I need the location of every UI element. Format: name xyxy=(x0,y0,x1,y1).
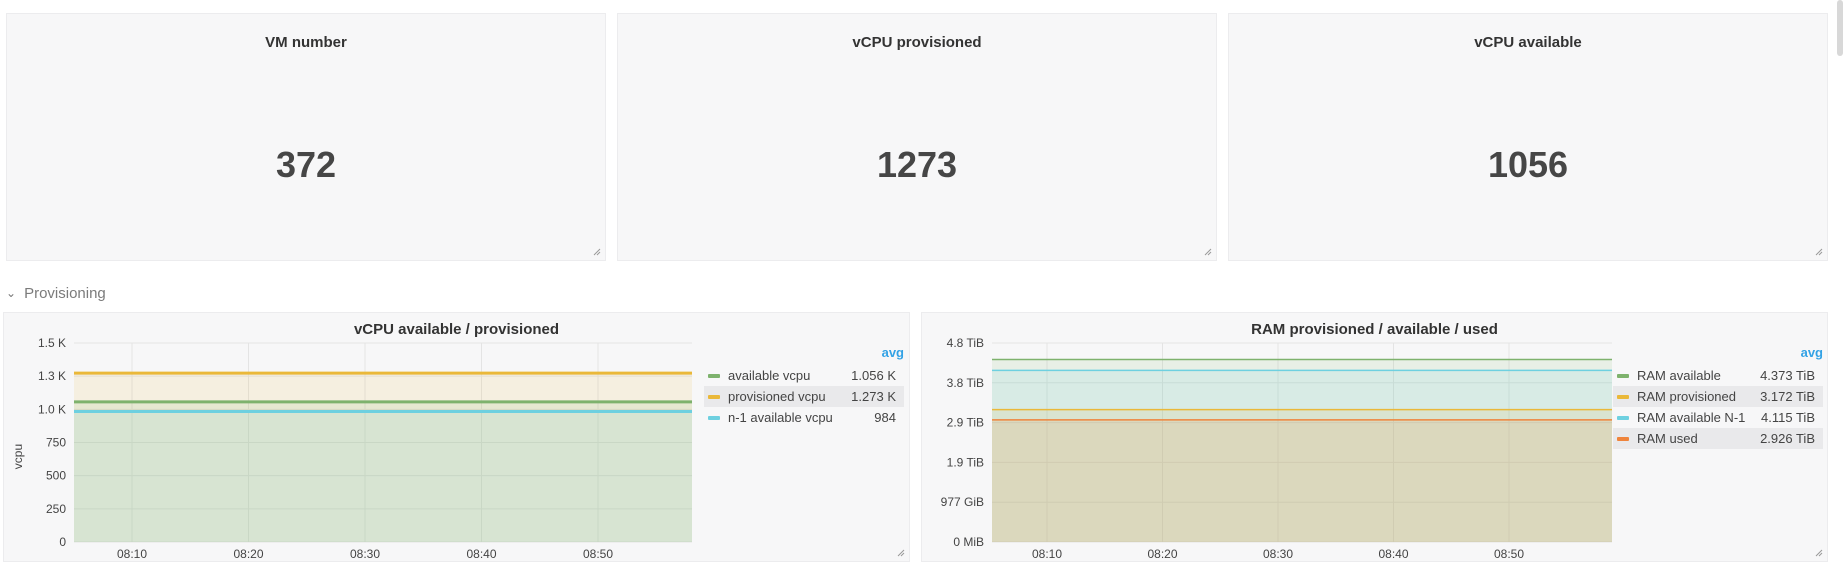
legend-swatch xyxy=(1617,436,1629,441)
x-tick-label: 08:40 xyxy=(1378,547,1408,561)
legend-name: RAM available N-1 xyxy=(1637,410,1746,425)
y-tick-label: 750 xyxy=(46,436,66,450)
legend-header-avg[interactable]: avg xyxy=(1613,345,1823,365)
y-tick-label: 3.8 TiB xyxy=(947,376,984,390)
y-tick-label: 1.0 K xyxy=(38,402,66,416)
ram-chart[interactable]: 0 MiB 977 GiB 1.9 TiB 2.9 TiB 3.8 TiB 4.8 TiB… xyxy=(922,313,1617,563)
stat-value: 1056 xyxy=(1487,144,1569,185)
y-tick-label: 977 GiB xyxy=(941,495,984,509)
legend-name: available vcpu xyxy=(728,368,811,383)
y-tick-label: 2.9 TiB xyxy=(947,416,984,430)
legend-value: 4.373 TiB xyxy=(1760,368,1815,383)
x-tick-label: 08:10 xyxy=(1032,547,1062,561)
legend-swatch xyxy=(708,373,720,378)
legend-value: 3.172 TiB xyxy=(1760,389,1815,404)
page-scrollbar[interactable] xyxy=(1837,0,1843,56)
stat-value: 372 xyxy=(275,144,337,185)
legend-swatch xyxy=(1617,394,1629,399)
legend-swatch xyxy=(1617,415,1629,420)
legend-name: RAM provisioned xyxy=(1637,389,1736,404)
vcpu-chart[interactable]: 0 250 500 750 1.0 K 1.3 K 1.5 K 08:10 08:20 08:30… xyxy=(4,313,704,563)
x-tick-label: 08:20 xyxy=(233,547,263,561)
chevron-down-icon[interactable]: ⌄ xyxy=(6,286,16,300)
legend-value: 1.273 K xyxy=(851,389,896,404)
legend-item[interactable]: RAM provisioned 3.172 TiB xyxy=(1613,386,1823,407)
legend-swatch xyxy=(1617,373,1629,378)
legend-value: 4.115 TiB xyxy=(1761,410,1815,425)
stat-panel-vcpu-provisioned[interactable]: vCPU provisioned 1273 xyxy=(617,13,1217,261)
x-tick-label: 08:50 xyxy=(583,547,613,561)
y-tick-label: 1.5 K xyxy=(38,336,66,350)
legend-name: n-1 available vcpu xyxy=(728,410,833,425)
legend-item[interactable]: RAM available N-1 4.115 TiB xyxy=(1613,407,1823,428)
resize-handle-icon[interactable] xyxy=(895,547,905,557)
panel-title[interactable]: vCPU provisioned xyxy=(618,34,1216,51)
stat-panel-vcpu-available[interactable]: vCPU available 1056 xyxy=(1228,13,1828,261)
legend-value: 2.926 TiB xyxy=(1760,431,1815,446)
panel-title[interactable]: vCPU available xyxy=(1229,34,1827,51)
legend-item[interactable]: available vcpu 1.056 K xyxy=(704,365,904,386)
legend-item[interactable]: RAM available 4.373 TiB xyxy=(1613,365,1823,386)
y-tick-label: 4.8 TiB xyxy=(947,336,984,350)
graph-panel-vcpu[interactable]: vCPU available / provisioned 0 250 500 750 1… xyxy=(3,312,910,562)
panel-title[interactable]: VM number xyxy=(7,34,605,51)
legend-item[interactable]: n-1 available vcpu 984 xyxy=(704,407,904,428)
y-tick-label: 1.9 TiB xyxy=(947,455,984,469)
resize-handle-icon[interactable] xyxy=(1813,547,1823,557)
x-tick-label: 08:40 xyxy=(466,547,496,561)
y-tick-label: 500 xyxy=(46,469,66,483)
graph-panel-ram[interactable]: RAM provisioned / available / used 0 MiB… xyxy=(921,312,1828,562)
legend-item[interactable]: provisioned vcpu 1.273 K xyxy=(704,386,904,407)
x-tick-label: 08:50 xyxy=(1494,547,1524,561)
row-title: Provisioning xyxy=(24,284,106,302)
resize-handle-icon[interactable] xyxy=(1813,246,1823,256)
legend-name: RAM available xyxy=(1637,368,1721,383)
legend-name: provisioned vcpu xyxy=(728,389,826,404)
legend-swatch xyxy=(708,415,720,420)
legend-item[interactable]: RAM used 2.926 TiB xyxy=(1613,428,1823,449)
series-area xyxy=(74,411,692,542)
legend-header-avg[interactable]: avg xyxy=(704,345,904,365)
y-tick-label: 1.3 K xyxy=(38,369,66,383)
y-tick-label: 0 MiB xyxy=(953,535,984,549)
x-tick-label: 08:30 xyxy=(1263,547,1293,561)
legend-value: 1.056 K xyxy=(851,368,896,383)
y-tick-label: 0 xyxy=(59,535,66,549)
y-tick-label: 250 xyxy=(46,502,66,516)
x-tick-label: 08:10 xyxy=(117,547,147,561)
legend-value: 984 xyxy=(874,410,896,425)
stat-panel-vm-number[interactable]: VM number 372 xyxy=(6,13,606,261)
ram-legend: avg RAM available 4.373 TiB RAM provisio… xyxy=(1613,345,1823,449)
legend-name: RAM used xyxy=(1637,431,1698,446)
x-tick-label: 08:20 xyxy=(1147,547,1177,561)
resize-handle-icon[interactable] xyxy=(1202,246,1212,256)
resize-handle-icon[interactable] xyxy=(591,246,601,256)
stat-value: 1273 xyxy=(876,144,958,185)
vcpu-legend: avg available vcpu 1.056 K provisioned v… xyxy=(704,345,904,428)
row-header-provisioning[interactable]: ⌄ Provisioning xyxy=(6,283,106,303)
legend-swatch xyxy=(708,394,720,399)
series-area xyxy=(992,419,1612,542)
y-axis-label: vcpu xyxy=(11,444,25,469)
x-tick-label: 08:30 xyxy=(350,547,380,561)
